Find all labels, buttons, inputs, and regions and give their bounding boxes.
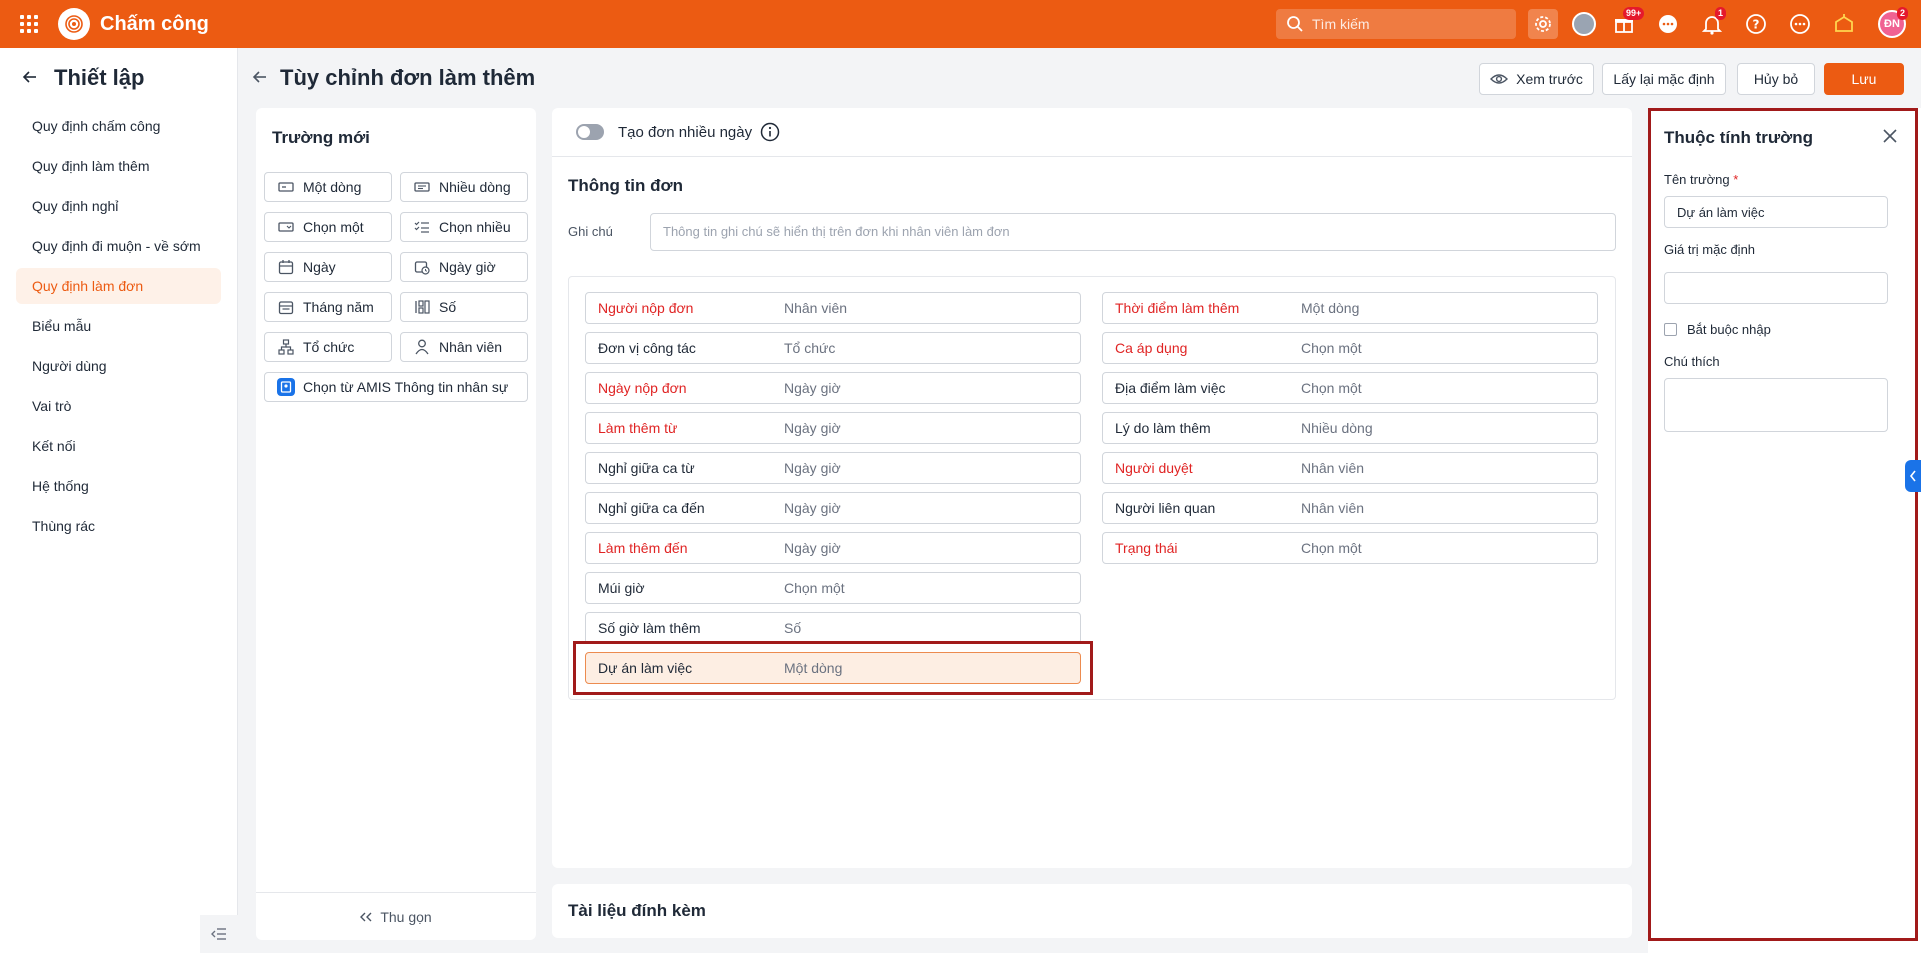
app-title[interactable]: Chấm công [100, 13, 209, 36]
chat-icon[interactable] [1653, 9, 1683, 39]
form-field-row[interactable]: Người duyệt Nhân viên [1102, 452, 1598, 484]
form-field-row[interactable]: Nghỉ giữa ca đến Ngày giờ [585, 492, 1081, 524]
form-field-row[interactable]: Người nộp đơn Nhân viên [585, 292, 1081, 324]
form-field-row[interactable]: Lý do làm thêm Nhiều dòng [1102, 412, 1598, 444]
calendar-icon [277, 259, 295, 275]
note-textarea[interactable]: Thông tin ghi chú sẽ hiển thị trên đơn k… [650, 213, 1616, 251]
eye-icon [1490, 73, 1509, 85]
panel-toggle-tab[interactable] [1905, 460, 1921, 492]
field-chip-number[interactable]: Số [400, 292, 528, 322]
multi-day-toggle-row: Tạo đơn nhiều ngày [576, 122, 780, 142]
form-field-row[interactable]: Ca áp dụng Chọn một [1102, 332, 1598, 364]
svg-text:?: ? [1753, 18, 1760, 32]
multi-day-toggle[interactable] [576, 124, 604, 140]
form-field-row[interactable]: Địa điểm làm việc Chọn một [1102, 372, 1598, 404]
form-editor-card: Tạo đơn nhiều ngày Thông tin đơn Ghi chú… [552, 108, 1632, 868]
attachments-title: Tài liệu đính kèm [568, 901, 706, 920]
checklist-icon [413, 221, 431, 233]
sidebar-item-leave-rules[interactable]: Quy định nghỉ [16, 188, 221, 224]
properties-panel-highlight [1648, 108, 1918, 941]
save-button[interactable]: Lưu [1824, 63, 1904, 95]
form-field-row[interactable]: Thời điểm làm thêm Một dòng [1102, 292, 1598, 324]
single-line-icon [277, 182, 295, 192]
form-field-row[interactable]: Múi giờ Chọn một [585, 572, 1081, 604]
sidebar-title: Thiết lập [54, 65, 145, 90]
divider [552, 156, 1632, 157]
collapse-sidebar-icon[interactable] [200, 915, 238, 953]
fingerprint-logo-icon [58, 8, 90, 40]
search-input[interactable]: Tìm kiếm [1276, 9, 1516, 39]
sidebar-item-system[interactable]: Hệ thống [16, 468, 221, 504]
sidebar-header: Thiết lập [0, 48, 237, 108]
app-launcher-icon[interactable] [18, 13, 40, 35]
form-field-row[interactable]: Trạng thái Chọn một [1102, 532, 1598, 564]
multi-line-icon [413, 182, 431, 192]
help-icon[interactable]: ? [1741, 9, 1771, 39]
calendar-month-icon [277, 299, 295, 315]
form-field-row[interactable]: Người liên quan Nhân viên [1102, 492, 1598, 524]
field-chip-month-year[interactable]: Tháng năm [264, 292, 392, 322]
section-title: Thông tin đơn [568, 176, 683, 195]
profile-avatar-small[interactable] [1569, 9, 1599, 39]
sidebar-item-roles[interactable]: Vai trò [16, 388, 221, 424]
amis-icon [277, 378, 295, 396]
bell-count-badge: 1 [1715, 7, 1727, 20]
number-icon [413, 300, 431, 314]
sidebar-item-users[interactable]: Người dùng [16, 348, 221, 384]
form-field-row[interactable]: Làm thêm đến Ngày giờ [585, 532, 1081, 564]
org-icon [277, 339, 295, 355]
field-chip-date[interactable]: Ngày [264, 252, 392, 282]
multi-day-label: Tạo đơn nhiều ngày [618, 123, 753, 141]
field-chip-amis-hr[interactable]: Chọn từ AMIS Thông tin nhân sự [264, 372, 528, 402]
note-label: Ghi chú [568, 224, 613, 239]
field-chip-multi-select[interactable]: Chọn nhiều [400, 212, 528, 242]
gift-notification-icon[interactable]: 99+ [1609, 7, 1645, 39]
settings-gear-icon[interactable] [1528, 9, 1558, 39]
form-field-row[interactable]: Làm thêm từ Ngày giờ [585, 412, 1081, 444]
sidebar-item-trash[interactable]: Thùng rác [16, 508, 221, 544]
cancel-button[interactable]: Hủy bỏ [1737, 63, 1815, 95]
reset-default-button[interactable]: Lấy lại mặc định [1602, 63, 1726, 95]
page-back-arrow-icon[interactable] [252, 69, 268, 88]
search-placeholder: Tìm kiếm [1312, 16, 1370, 32]
field-chip-datetime[interactable]: Ngày giờ [400, 252, 528, 282]
double-chevron-left-icon [360, 912, 372, 922]
new-fields-panel: Trường mới Một dòng Nhiều dòng Chọn một … [256, 108, 536, 940]
user-avatar[interactable]: ĐN 2 [1877, 7, 1909, 39]
sidebar-item-attendance-rules[interactable]: Quy định chấm công [16, 108, 221, 144]
person-icon [413, 339, 431, 355]
notification-count-badge: 99+ [1623, 7, 1645, 20]
sidebar-item-request-rules[interactable]: Quy định làm đơn [16, 268, 221, 304]
field-chip-multi-line[interactable]: Nhiều dòng [400, 172, 528, 202]
calendar-clock-icon [413, 259, 431, 275]
field-chip-organization[interactable]: Tổ chức [264, 332, 392, 362]
field-chip-single-select[interactable]: Chọn một [264, 212, 392, 242]
info-icon[interactable] [760, 122, 780, 142]
page-title: Tùy chỉnh đơn làm thêm [280, 65, 536, 90]
sidebar-item-overtime-rules[interactable]: Quy định làm thêm [16, 148, 221, 184]
new-fields-title: Trường mới [272, 128, 370, 147]
selected-field-highlight [573, 641, 1093, 695]
form-field-row[interactable]: Số giờ làm thêm Số [585, 612, 1081, 644]
sidebar-item-connections[interactable]: Kết nối [16, 428, 221, 464]
user-badge: 2 [1897, 7, 1909, 20]
page-header: Tùy chỉnh đơn làm thêm [252, 60, 535, 96]
bell-icon[interactable]: 1 [1697, 7, 1727, 39]
preview-button[interactable]: Xem trước [1479, 63, 1594, 95]
collapse-fields-button[interactable]: Thu gọn [256, 892, 536, 940]
dropdown-icon [277, 222, 295, 232]
field-chip-single-line[interactable]: Một dòng [264, 172, 392, 202]
settings-sidebar: Thiết lập Quy định chấm công Quy định là… [0, 48, 238, 953]
back-arrow-icon[interactable] [22, 69, 38, 88]
sidebar-item-forms[interactable]: Biểu mẫu [16, 308, 221, 344]
form-field-row[interactable]: Ngày nộp đơn Ngày giờ [585, 372, 1081, 404]
field-chip-employee[interactable]: Nhân viên [400, 332, 528, 362]
more-options-icon[interactable] [1785, 9, 1815, 39]
form-field-row[interactable]: Đơn vị công tác Tổ chức [585, 332, 1081, 364]
attachments-section: Tài liệu đính kèm [552, 884, 1632, 938]
announcement-icon[interactable] [1829, 9, 1859, 39]
form-field-row[interactable]: Nghỉ giữa ca từ Ngày giờ [585, 452, 1081, 484]
search-icon [1286, 15, 1304, 36]
sidebar-item-late-early-rules[interactable]: Quy định đi muộn - về sớm [16, 228, 221, 264]
